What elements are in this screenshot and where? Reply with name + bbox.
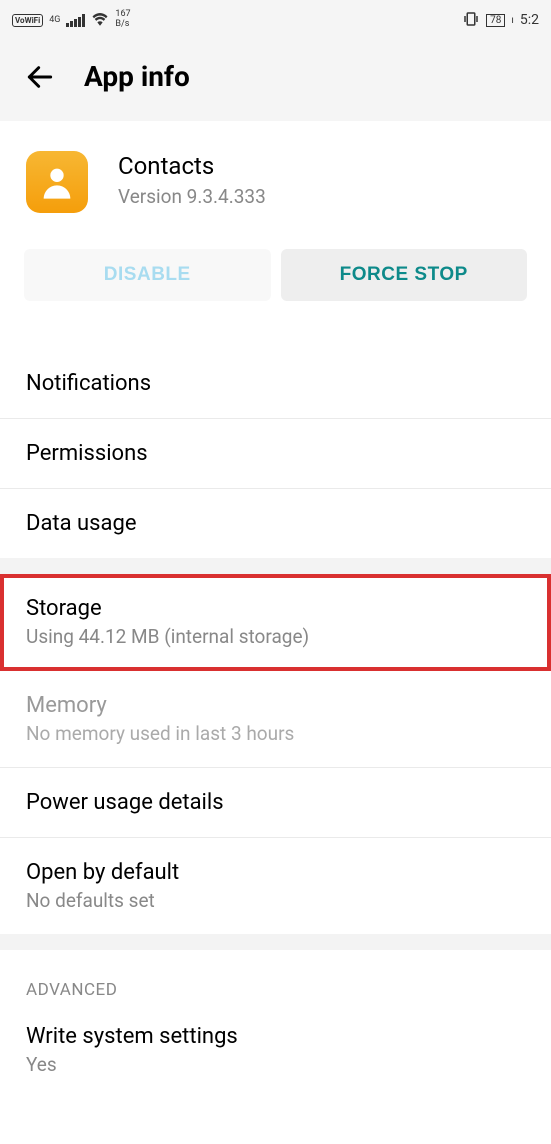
item-label: Write system settings (26, 1024, 525, 1049)
item-label: Permissions (26, 441, 525, 466)
wifi-icon (91, 10, 109, 31)
force-stop-button[interactable]: FORCE STOP (281, 249, 528, 301)
item-sublabel: Yes (26, 1053, 525, 1076)
back-arrow-icon[interactable] (24, 61, 56, 93)
power-usage-item[interactable]: Power usage details (0, 768, 551, 838)
status-left: VoWiFi 4G 167 B/s (12, 10, 131, 31)
app-summary: Contacts Version 9.3.4.333 (0, 121, 551, 249)
item-label: Power usage details (26, 790, 525, 815)
section-divider (0, 558, 551, 574)
item-label: Memory (26, 693, 525, 718)
network-type: 4G (49, 16, 60, 25)
storage-item[interactable]: Storage Using 44.12 MB (internal storage… (0, 574, 551, 671)
item-sublabel: Using 44.12 MB (internal storage) (26, 625, 525, 648)
item-label: Data usage (26, 511, 525, 536)
data-usage-item[interactable]: Data usage (0, 489, 551, 558)
vibrate-icon (462, 10, 480, 31)
app-version: Version 9.3.4.333 (118, 185, 266, 208)
signal-icon (66, 14, 85, 27)
write-system-settings-item[interactable]: Write system settings Yes (0, 1014, 551, 1098)
item-sublabel: No defaults set (26, 889, 525, 912)
clock: 5:2 (520, 12, 539, 28)
section-divider (0, 934, 551, 950)
disable-button[interactable]: DISABLE (24, 249, 271, 301)
network-speed: 167 B/s (115, 10, 130, 30)
app-labels: Contacts Version 9.3.4.333 (118, 156, 266, 208)
status-bar: VoWiFi 4G 167 B/s 78 ı 5:2 (0, 0, 551, 40)
item-sublabel: No memory used in last 3 hours (26, 722, 525, 745)
vowifi-badge: VoWiFi (12, 14, 43, 27)
app-icon (26, 151, 88, 213)
battery-indicator: 78 (486, 14, 505, 27)
app-name: Contacts (118, 152, 266, 180)
memory-item: Memory No memory used in last 3 hours (0, 671, 551, 768)
open-by-default-item[interactable]: Open by default No defaults set (0, 838, 551, 934)
permissions-item[interactable]: Permissions (0, 419, 551, 489)
notifications-item[interactable]: Notifications (0, 349, 551, 419)
action-buttons: DISABLE FORCE STOP (0, 249, 551, 349)
app-bar: App info (0, 40, 551, 121)
page-title: App info (84, 60, 190, 93)
item-label: Storage (26, 596, 525, 621)
status-right: 78 ı 5:2 (462, 10, 539, 31)
advanced-header: ADVANCED (0, 950, 551, 1014)
item-label: Open by default (26, 860, 525, 885)
item-label: Notifications (26, 371, 525, 396)
